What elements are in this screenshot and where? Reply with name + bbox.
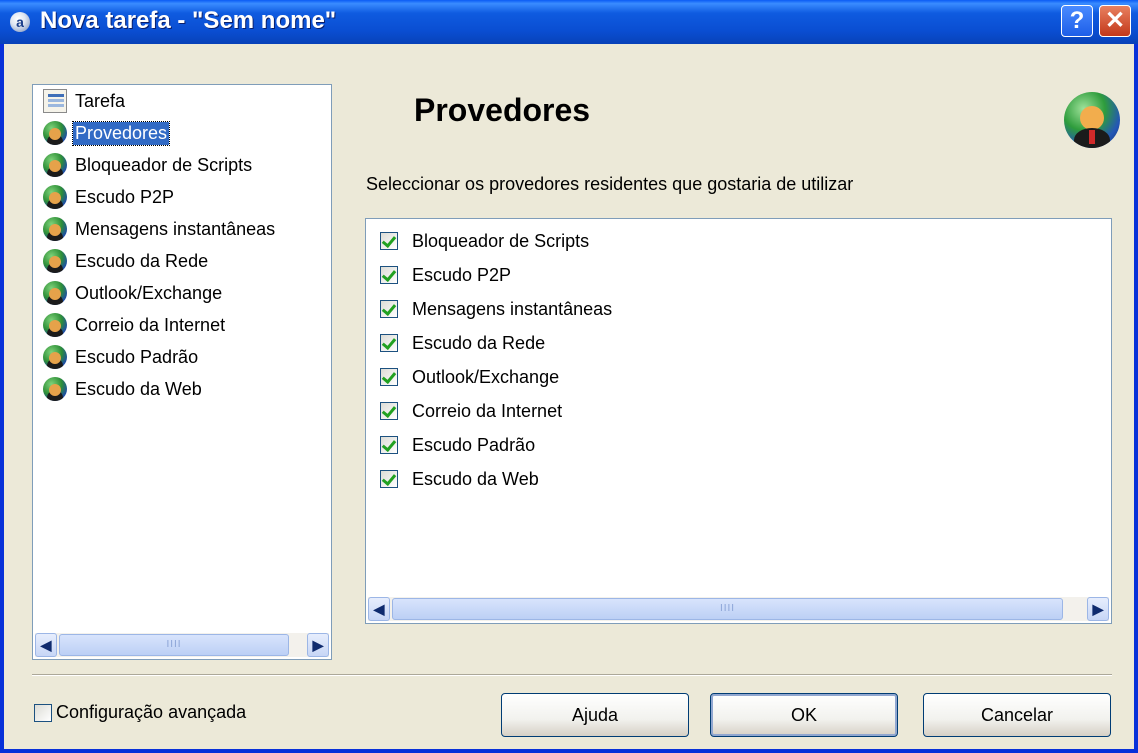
provider-list-item[interactable]: Mensagens instantâneas	[380, 295, 612, 323]
provider-checkbox[interactable]	[380, 232, 398, 250]
dialog-window: a Nova tarefa - "Sem nome" ? ✕ Tarefa Pro…	[0, 0, 1138, 753]
tree-item[interactable]: Tarefa	[43, 87, 127, 115]
provider-checkbox[interactable]	[380, 368, 398, 386]
provider-icon	[43, 121, 67, 145]
provider-label: Escudo da Rede	[412, 332, 546, 353]
tree-item[interactable]: Escudo da Web	[43, 375, 204, 403]
provider-label: Escudo P2P	[412, 264, 512, 285]
tree-item[interactable]: Escudo Padrão	[43, 343, 200, 371]
tree-item-label: Mensagens instantâneas	[75, 218, 276, 239]
page-title: Provedores	[414, 92, 591, 128]
provider-label: Outlook/Exchange	[412, 366, 560, 387]
tree-item-label: Provedores	[71, 120, 171, 146]
scroll-thumb[interactable]: IIII	[59, 634, 289, 656]
provider-icon	[43, 313, 67, 337]
provider-list-item[interactable]: Outlook/Exchange	[380, 363, 559, 391]
tree-item-label: Outlook/Exchange	[75, 282, 223, 303]
provider-label: Bloqueador de Scripts	[412, 230, 590, 251]
scroll-right-button[interactable]: ▶	[307, 633, 329, 657]
provider-checkbox[interactable]	[380, 266, 398, 284]
provider-label: Correio da Internet	[412, 400, 563, 421]
ok-button[interactable]: OK	[710, 693, 898, 737]
advanced-config-label: Configuração avançada	[56, 702, 247, 722]
footer-separator	[32, 674, 1112, 676]
help-button[interactable]: Ajuda	[501, 693, 689, 737]
provider-icon	[43, 377, 67, 401]
help-title-button[interactable]: ?	[1061, 5, 1093, 37]
provider-list-item[interactable]: Bloqueador de Scripts	[380, 227, 589, 255]
provider-list-item[interactable]: Correio da Internet	[380, 397, 562, 425]
list-horizontal-scrollbar[interactable]: ◀ IIII ▶	[368, 597, 1109, 621]
scroll-thumb[interactable]: IIII	[392, 598, 1063, 620]
provider-checkbox[interactable]	[380, 470, 398, 488]
provider-icon	[43, 281, 67, 305]
provider-checkbox[interactable]	[380, 334, 398, 352]
tree-item[interactable]: Outlook/Exchange	[43, 279, 224, 307]
tree-item[interactable]: Escudo da Rede	[43, 247, 210, 275]
tree-item-label: Escudo P2P	[75, 186, 175, 207]
provider-icon	[43, 153, 67, 177]
scroll-right-button[interactable]: ▶	[1087, 597, 1109, 621]
tree-item[interactable]: Mensagens instantâneas	[43, 215, 277, 243]
provider-list-item[interactable]: Escudo P2P	[380, 261, 511, 289]
provider-large-icon	[1064, 92, 1120, 148]
provider-checkbox[interactable]	[380, 436, 398, 454]
scroll-left-button[interactable]: ◀	[35, 633, 57, 657]
description-text: Seleccionar os provedores residentes que…	[366, 174, 854, 194]
tree-item-label: Escudo da Web	[75, 378, 202, 399]
tree-item[interactable]: Bloqueador de Scripts	[43, 151, 254, 179]
task-icon	[43, 89, 67, 113]
tree-horizontal-scrollbar[interactable]: ◀ IIII ▶	[35, 633, 329, 657]
advanced-config-option[interactable]: Configuração avançada	[34, 702, 246, 723]
provider-list-item[interactable]: Escudo Padrão	[380, 431, 535, 459]
provider-icon	[43, 217, 67, 241]
provider-list-item[interactable]: Escudo da Rede	[380, 329, 545, 357]
tree-item[interactable]: Provedores	[43, 119, 171, 147]
provider-label: Escudo Padrão	[412, 434, 536, 455]
app-icon: a	[10, 12, 30, 32]
provider-icon	[43, 185, 67, 209]
window-title: Nova tarefa - "Sem nome"	[40, 7, 337, 34]
provider-icon	[43, 249, 67, 273]
provider-icon	[43, 345, 67, 369]
advanced-config-checkbox[interactable]	[34, 703, 52, 722]
tree-item-label: Correio da Internet	[75, 314, 226, 335]
tree-item-label: Bloqueador de Scripts	[75, 154, 253, 175]
tree-item[interactable]: Correio da Internet	[43, 311, 227, 339]
provider-label: Mensagens instantâneas	[412, 298, 613, 319]
title-bar[interactable]: a Nova tarefa - "Sem nome" ? ✕	[0, 0, 1138, 44]
provider-list[interactable]: Bloqueador de Scripts Escudo P2P Mensagens…	[365, 218, 1112, 624]
provider-checkbox[interactable]	[380, 300, 398, 318]
tree-item[interactable]: Escudo P2P	[43, 183, 176, 211]
scroll-left-button[interactable]: ◀	[368, 597, 390, 621]
tree-item-label: Escudo Padrão	[75, 346, 199, 367]
provider-label: Escudo da Web	[412, 468, 539, 489]
close-button[interactable]: ✕	[1099, 5, 1131, 37]
tree-item-label: Tarefa	[75, 90, 126, 111]
provider-checkbox[interactable]	[380, 402, 398, 420]
cancel-button[interactable]: Cancelar	[923, 693, 1111, 737]
provider-list-item[interactable]: Escudo da Web	[380, 465, 539, 493]
tree-item-label: Escudo da Rede	[75, 250, 209, 271]
navigation-tree[interactable]: Tarefa Provedores Bloqueador de Scripts Esc…	[32, 84, 332, 660]
